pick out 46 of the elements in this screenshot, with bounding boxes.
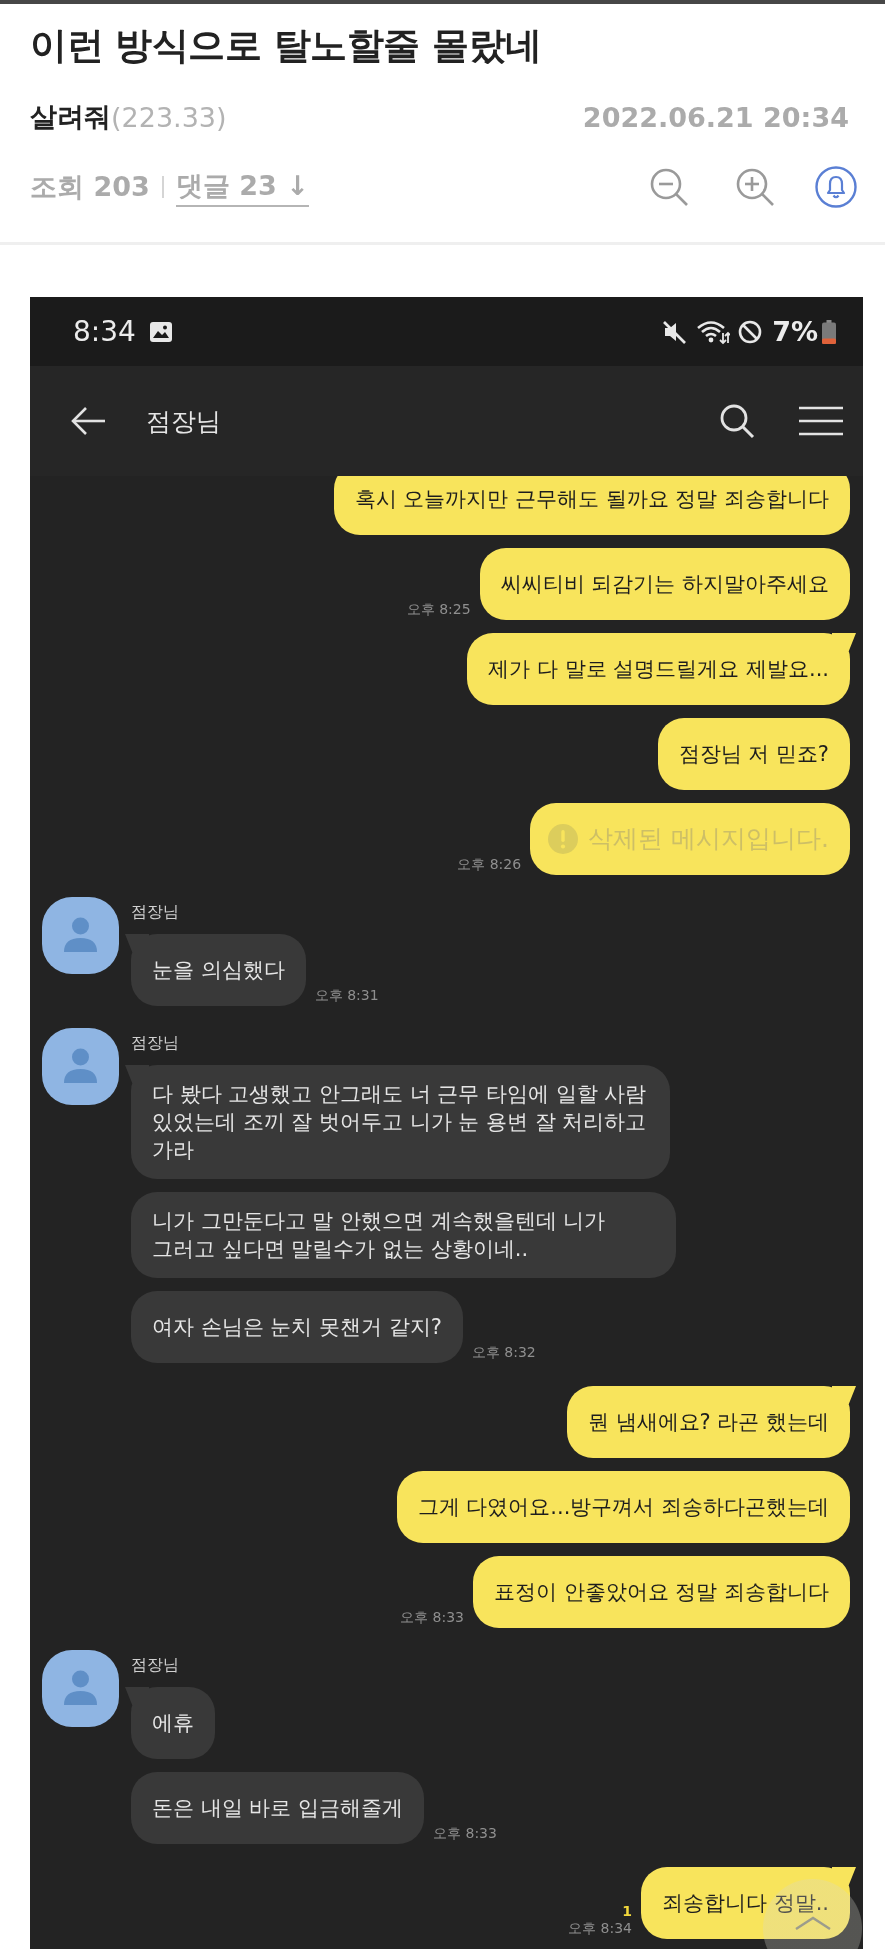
author-name[interactable]: 살려줘 — [30, 99, 111, 135]
search-icon[interactable] — [719, 403, 755, 439]
battery-icon — [822, 319, 836, 344]
menu-icon[interactable] — [799, 405, 843, 437]
post-title: 이런 방식으로 탈노할줄 몰랐네 — [30, 24, 543, 68]
message-bubble: 제가 다 말로 설명드릴게요 제발요... — [467, 633, 856, 705]
message-time: 오후 8:32 — [471, 1344, 536, 1360]
status-time: 8:34 — [73, 315, 136, 348]
avatar-icon[interactable] — [42, 1028, 119, 1105]
message-bubble: 점장님 저 믿죠? — [657, 718, 850, 790]
sender-name: 점장님 — [131, 1033, 179, 1053]
exclamation-icon — [548, 824, 579, 854]
message-time: 오후 8:31 — [314, 987, 379, 1003]
avatar-icon[interactable] — [42, 1650, 119, 1727]
author-score: (223.33) — [111, 101, 227, 133]
message-bubble: 돈은 내일 바로 입금해줄게 — [131, 1772, 425, 1844]
message-bubble: 눈을 의심했다 — [125, 934, 306, 1006]
message-time: 오후 8:26 — [457, 856, 522, 872]
message-bubble: 여자 손님은 눈치 못챈거 같지? — [131, 1291, 463, 1363]
avatar-icon[interactable] — [42, 897, 119, 974]
post-date: 2022.06.21 20:34 — [582, 101, 849, 133]
message-bubble: 표정이 안좋았어요 정말 죄송합니다 — [472, 1556, 850, 1628]
chevron-up-icon — [793, 1916, 832, 1930]
message-time: 오후 8:34 — [568, 1920, 632, 1936]
message-time: 오후 8:33 — [433, 1825, 497, 1841]
chat-title: 점장님 — [146, 405, 221, 438]
block-icon — [738, 319, 763, 344]
zoom-in-icon[interactable] — [735, 167, 775, 207]
message-time: 오후 8:33 — [400, 1609, 464, 1625]
message-bubble: 씨씨티비 되감기는 하지말아주세요 — [479, 548, 850, 620]
unread-count: 1 — [622, 1902, 632, 1920]
wifi-icon — [696, 318, 731, 345]
battery-percent: 7% — [772, 316, 818, 347]
bell-icon[interactable] — [815, 166, 857, 208]
message-bubble: 에휴 — [125, 1687, 215, 1759]
message-bubble: 니가 그만둔다고 말 안했으면 계속했을텐데 니가 그러고 싶다면 말릴수가 없는 상황이네.. — [131, 1192, 676, 1278]
message-time: 오후 8:25 — [406, 601, 471, 617]
message-bubble: 다 봤다 고생했고 안그래도 너 근무 타임에 일할 사람 있었는데 조끼 잘 벗어두고 니가 눈 용변 잘 처리하고 가라 — [125, 1065, 670, 1179]
sender-name: 점장님 — [131, 902, 179, 922]
image-icon — [149, 321, 172, 342]
sender-name: 점장님 — [131, 1655, 179, 1675]
view-count: 조회 203 — [30, 170, 150, 204]
zoom-out-icon[interactable] — [649, 167, 689, 207]
message-bubble: 뭔 냄새에요? 라곤 했는데 — [566, 1386, 856, 1458]
message-bubble: 죄송합니다 정말.. — [640, 1867, 856, 1939]
message-bubble: 그게 다였어요...방구껴서 죄송하다곤했는데 — [396, 1471, 850, 1543]
